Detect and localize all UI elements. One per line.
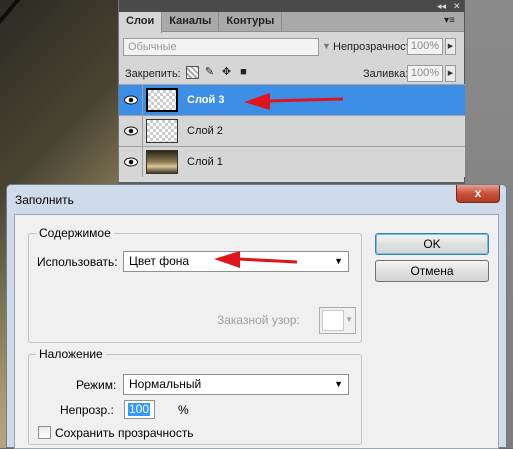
chevron-down-icon: ▼ xyxy=(345,315,353,324)
lock-label: Закрепить: xyxy=(125,68,181,80)
dialog-titlebar[interactable]: Заполнить x xyxy=(7,185,506,214)
blend-opacity-input[interactable]: 100 xyxy=(124,400,155,419)
contents-group: Содержимое xyxy=(28,226,362,343)
use-select[interactable]: Цвет фона ▼ xyxy=(123,251,349,272)
blend-opacity-label: Непрозр.: xyxy=(60,403,114,417)
chevron-down-icon: ▼ xyxy=(334,256,343,266)
opacity-input[interactable]: 100% xyxy=(407,38,443,55)
fill-label: Заливка: xyxy=(363,68,409,80)
blend-mode-select[interactable]: Обычные xyxy=(123,38,319,56)
pattern-preview xyxy=(322,310,344,331)
close-button[interactable]: x xyxy=(456,185,500,203)
opacity-slider-toggle[interactable]: ▶ xyxy=(445,38,456,55)
percent-unit: % xyxy=(178,403,189,417)
tab-channels[interactable]: Каналы xyxy=(162,12,220,31)
eye-icon[interactable] xyxy=(119,116,143,146)
layer-name: Слой 3 xyxy=(187,94,225,106)
use-label: Использовать: xyxy=(37,255,118,269)
close-panel-icon[interactable]: ✕ xyxy=(453,1,461,11)
ok-button[interactable]: OK xyxy=(375,233,489,255)
lock-transparency-icon[interactable] xyxy=(186,66,199,79)
panel-topbar: ◂◂ ✕ xyxy=(119,0,464,12)
layer-thumbnail xyxy=(146,88,178,112)
lock-brush-icon[interactable]: ✎ xyxy=(203,66,216,79)
blending-group-title: Наложение xyxy=(36,347,106,361)
layer-name: Слой 2 xyxy=(187,125,223,137)
chevron-down-icon[interactable]: ▼ xyxy=(322,41,331,51)
fill-slider-toggle[interactable]: ▶ xyxy=(445,65,456,82)
fill-dialog: Заполнить x Содержимое Использовать: Цве… xyxy=(6,184,507,449)
eye-icon[interactable] xyxy=(119,147,143,177)
collapse-panel-icon[interactable]: ◂◂ xyxy=(437,1,446,11)
chevron-down-icon: ▼ xyxy=(334,379,343,389)
lock-move-icon[interactable]: ✥ xyxy=(220,66,233,79)
dialog-body: Содержимое Использовать: Цвет фона ▼ Зак… xyxy=(14,214,499,449)
layer-name: Слой 1 xyxy=(187,156,223,168)
eye-icon[interactable] xyxy=(119,85,143,115)
pattern-picker[interactable]: ▼ xyxy=(319,307,356,334)
preserve-transparency-label[interactable]: Сохранить прозрачность xyxy=(55,426,194,440)
lock-all-icon[interactable]: ■ xyxy=(237,66,250,79)
mode-select-value: Нормальный xyxy=(129,377,202,391)
fill-input[interactable]: 100% xyxy=(407,65,443,82)
layers-panel: ◂◂ ✕ Слои Каналы Контуры ▾≡ Обычные ▼ Не… xyxy=(118,0,465,182)
layer-thumbnail xyxy=(146,119,178,143)
layer-row[interactable]: Слой 3 xyxy=(119,84,465,115)
mode-label: Режим: xyxy=(76,378,117,392)
tab-paths[interactable]: Контуры xyxy=(219,12,283,31)
tab-layers[interactable]: Слои xyxy=(119,12,163,33)
cancel-button[interactable]: Отмена xyxy=(375,260,489,282)
preserve-transparency-checkbox[interactable] xyxy=(38,426,51,439)
panel-menu-icon[interactable]: ▾≡ xyxy=(444,16,458,27)
use-select-value: Цвет фона xyxy=(129,254,190,268)
blend-opacity-value: 100 xyxy=(128,402,151,416)
layer-row[interactable]: Слой 1 xyxy=(119,146,465,177)
layer-thumbnail xyxy=(146,150,178,174)
dialog-title: Заполнить xyxy=(15,193,74,207)
layer-row[interactable]: Слой 2 xyxy=(119,115,465,146)
mode-select[interactable]: Нормальный ▼ xyxy=(123,374,349,395)
pattern-label: Заказной узор: xyxy=(217,313,300,327)
panel-tabs: Слои Каналы Контуры ▾≡ xyxy=(119,12,464,33)
contents-group-title: Содержимое xyxy=(36,226,114,240)
